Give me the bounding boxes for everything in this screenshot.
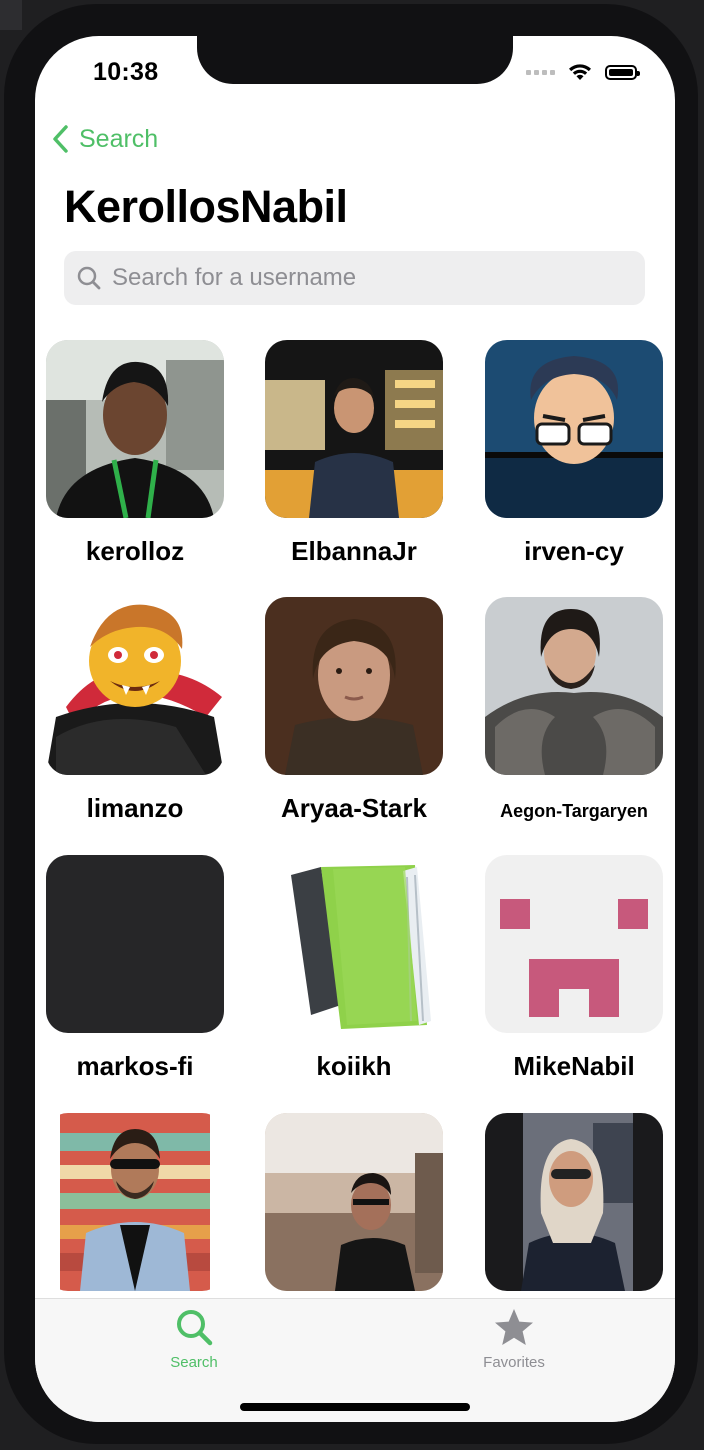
- user-cell[interactable]: irven-cy: [485, 340, 663, 566]
- tab-search[interactable]: Search: [134, 1307, 254, 1371]
- user-name: Aryaa-Stark: [281, 793, 427, 823]
- user-cell[interactable]: markos-fi: [46, 855, 224, 1081]
- user-avatar: [485, 340, 663, 518]
- tab-favorites-label: Favorites: [483, 1354, 545, 1371]
- desktop-edge: [0, 0, 22, 30]
- user-cell[interactable]: [485, 1113, 663, 1291]
- user-name: Aegon-Targaryen: [500, 801, 648, 821]
- tab-favorites[interactable]: Favorites: [454, 1307, 574, 1371]
- tab-search-label: Search: [170, 1354, 218, 1371]
- home-indicator: [240, 1403, 470, 1411]
- user-name: markos-fi: [76, 1051, 194, 1081]
- user-avatar: [46, 597, 224, 775]
- user-name: MikeNabil: [513, 1051, 635, 1081]
- user-name: irven-cy: [524, 536, 624, 566]
- user-name: limanzo: [86, 793, 184, 823]
- user-avatar: [265, 1113, 443, 1291]
- user-cell[interactable]: MikeNabil: [485, 855, 663, 1081]
- star-icon: [495, 1309, 533, 1345]
- user-name: kerolloz: [85, 536, 185, 566]
- user-cell[interactable]: [46, 1113, 224, 1291]
- user-cell[interactable]: Aryaa-Stark: [265, 597, 443, 823]
- user-avatar: [485, 597, 663, 775]
- user-cell[interactable]: kerolloz: [46, 340, 224, 566]
- user-name: koiikh: [316, 1051, 392, 1081]
- magnifier-icon: [177, 1310, 213, 1346]
- user-avatar: [46, 1113, 224, 1291]
- user-cell[interactable]: Aegon-Targaryen: [485, 597, 663, 821]
- device-screen: 10:38 Search KerollosNabil Search for a …: [35, 36, 675, 1422]
- user-avatar: [485, 855, 663, 1033]
- user-cell[interactable]: ElbannaJr: [265, 340, 443, 566]
- device-frame: 10:38 Search KerollosNabil Search for a …: [4, 4, 698, 1444]
- user-avatar: [485, 1113, 663, 1291]
- user-name: ElbannaJr: [291, 536, 417, 566]
- user-avatar: [265, 340, 443, 518]
- user-avatar: [265, 597, 443, 775]
- user-avatar: [46, 340, 224, 518]
- user-cell[interactable]: [265, 1113, 443, 1291]
- user-cell[interactable]: koiikh: [265, 855, 443, 1081]
- user-avatar: [46, 855, 224, 1033]
- user-cell[interactable]: limanzo: [46, 597, 224, 823]
- followers-grid: kerolloz ElbannaJr irven-cy limanzo Arya…: [35, 36, 675, 1422]
- user-avatar: [265, 855, 443, 1033]
